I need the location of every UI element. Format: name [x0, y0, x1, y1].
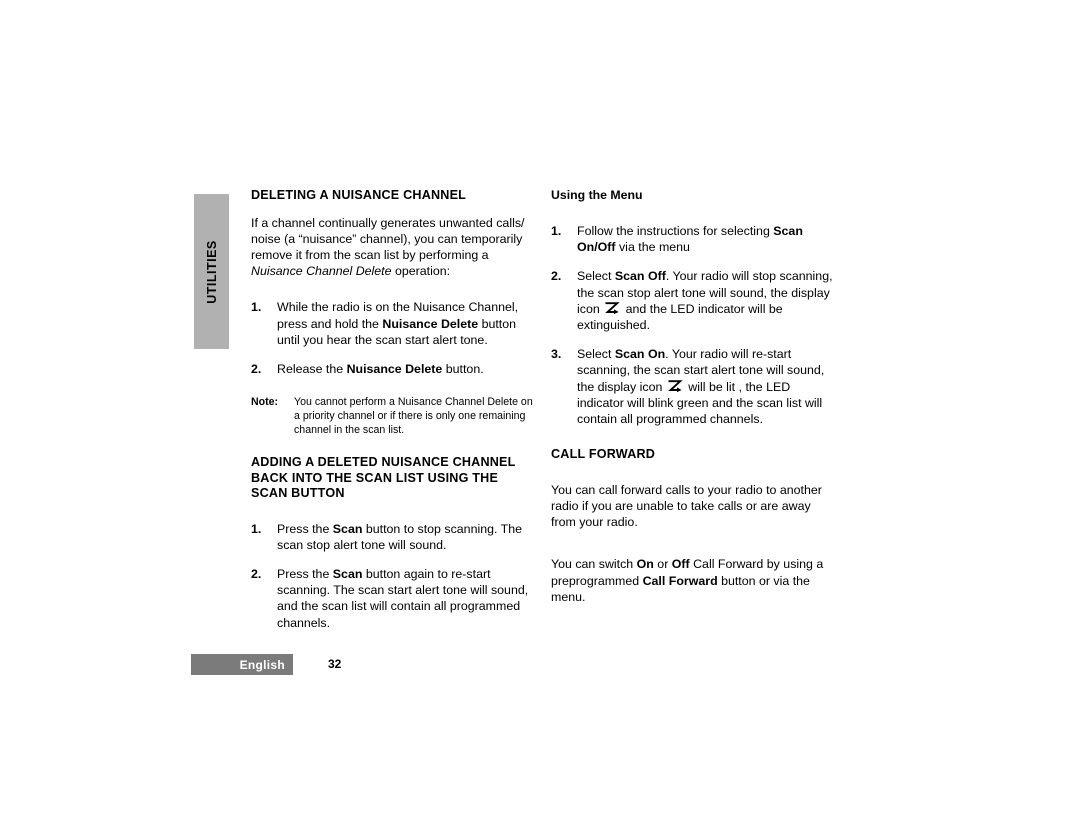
- list-item-text-part1: Press the: [277, 567, 333, 582]
- list-item-text-part1: Select: [577, 269, 615, 284]
- list-item-text-part1: Release the: [277, 361, 347, 376]
- note-block: Note: You cannot perform a Nuisance Chann…: [251, 395, 533, 437]
- list-item: 1. Press the Scan button to stop scanning…: [251, 521, 533, 553]
- list-item: 3. Select Scan On. Your radio will re-sta…: [551, 346, 836, 427]
- list-item-text-bold: Nuisance Delete: [346, 361, 443, 376]
- intro-text-italic: Nuisance Channel Delete: [251, 264, 392, 279]
- list-item-number: 1.: [251, 521, 262, 536]
- note-text: You cannot perform a Nuisance Channel De…: [294, 396, 533, 437]
- list-item-text-bold: Scan: [332, 521, 363, 536]
- intro-paragraph: If a channel continually generates unwan…: [251, 215, 533, 280]
- left-column: DELETING A NUISANCE CHANNEL If a channel…: [251, 188, 533, 631]
- list-item-number: 2.: [251, 567, 262, 582]
- heading-adding-deleted-channel: ADDING A DELETED NUISANCE CHANNEL BACK I…: [251, 455, 516, 501]
- section-tab-label: UTILITIES: [204, 239, 219, 304]
- intro-text-part2: operation:: [391, 264, 451, 279]
- manual-page: UTILITIES DELETING A NUISANCE CHANNEL If…: [0, 0, 1080, 834]
- nuisance-delete-steps: 1. While the radio is on the Nuisance Cha…: [251, 299, 533, 377]
- scan-button-steps: 1. Press the Scan button to stop scanning…: [251, 521, 533, 631]
- intro-text-part1: If a channel continually generates unwan…: [251, 215, 525, 262]
- para2-part1: You can switch: [551, 557, 637, 572]
- list-item: 1. Follow the instructions for selecting …: [551, 223, 836, 255]
- list-item: 1. While the radio is on the Nuisance Cha…: [251, 299, 533, 348]
- call-forward-paragraph-1: You can call forward calls to your radio…: [551, 482, 822, 530]
- list-item-number: 1.: [251, 300, 262, 315]
- list-item-text-bold: Nuisance Delete: [382, 316, 479, 331]
- scan-icon: [604, 302, 621, 315]
- call-forward-paragraph-2: You can switch On or Off Call Forward by…: [551, 556, 836, 605]
- para2-part2: or: [653, 557, 672, 572]
- heading-deleting-a-nuisance-channel: DELETING A NUISANCE CHANNEL: [251, 188, 467, 202]
- list-item-text-part2: via the menu: [615, 240, 690, 255]
- footer-language-label: English: [239, 657, 285, 672]
- using-the-menu-steps: 1. Follow the instructions for selecting …: [551, 223, 836, 427]
- page-number: 32: [328, 657, 342, 671]
- para2-bold-call-forward: Call Forward: [642, 573, 718, 588]
- list-item: 2. Select Scan Off. Your radio will stop …: [551, 268, 836, 333]
- list-item-text-part2: button.: [442, 361, 484, 376]
- subheading-using-the-menu: Using the Menu: [551, 188, 643, 202]
- note-label: Note:: [251, 396, 279, 409]
- list-item-text-part1: Select: [577, 347, 615, 362]
- list-item-text-bold: Scan Off: [614, 269, 666, 284]
- para2-bold-on: On: [636, 557, 654, 572]
- footer-language-box: English: [191, 654, 293, 675]
- list-item-text-part1: Follow the instructions for selecting: [577, 224, 774, 238]
- list-item-text-bold: Scan: [332, 567, 363, 582]
- list-item-text-part1: Press the: [277, 521, 333, 536]
- right-column: Using the Menu 1. Follow the instructions…: [551, 188, 836, 605]
- list-item-number: 1.: [551, 224, 562, 238]
- heading-call-forward: CALL FORWARD: [551, 447, 656, 462]
- list-item-number: 3.: [551, 347, 562, 362]
- section-tab-utilities: UTILITIES: [194, 194, 229, 349]
- list-item-number: 2.: [551, 269, 562, 284]
- list-item-text-bold: Scan On: [614, 347, 666, 362]
- para2-bold-off: Off: [671, 557, 690, 572]
- list-item: 2. Release the Nuisance Delete button.: [251, 361, 533, 377]
- scan-icon: [667, 379, 684, 393]
- list-item: 2. Press the Scan button again to re-star…: [251, 566, 533, 631]
- list-item-number: 2.: [251, 361, 262, 376]
